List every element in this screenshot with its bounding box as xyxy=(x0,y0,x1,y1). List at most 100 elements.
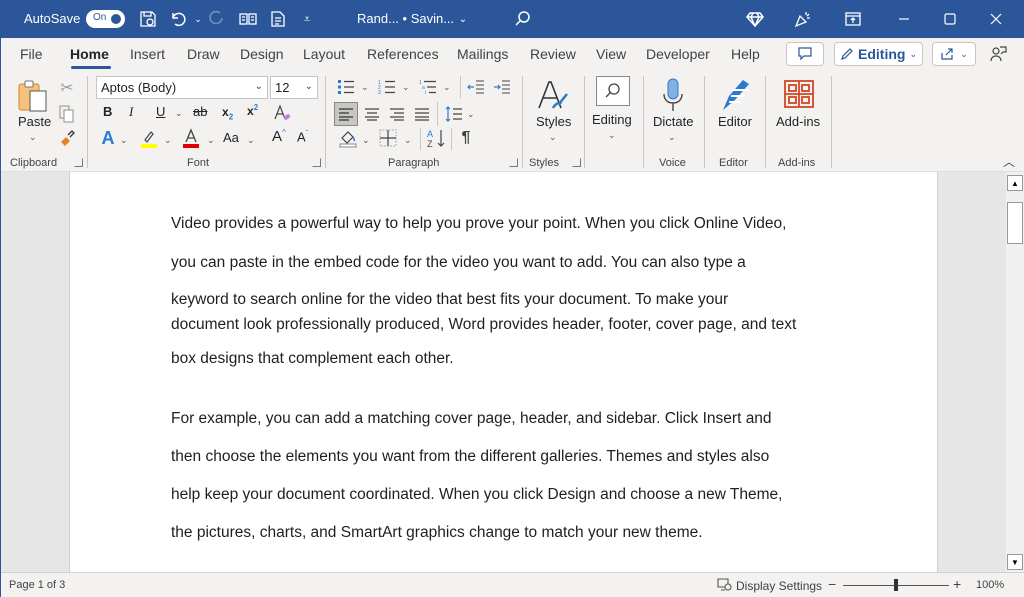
format-painter-icon[interactable] xyxy=(58,127,76,147)
tab-help[interactable]: Help xyxy=(731,46,760,62)
paste-icon[interactable] xyxy=(15,78,51,114)
align-left-button[interactable] xyxy=(334,102,358,126)
superscript-button[interactable]: x2 xyxy=(247,103,258,118)
align-right-icon[interactable] xyxy=(387,104,407,124)
title-dropdown-icon[interactable]: ⌄ xyxy=(452,8,474,30)
numbering-icon[interactable]: 123 xyxy=(377,78,397,96)
underline-button[interactable]: U xyxy=(156,104,165,119)
scroll-up-button[interactable]: ▲ xyxy=(1007,175,1023,191)
clear-formatting-icon[interactable] xyxy=(272,102,292,124)
zoom-level[interactable]: 100% xyxy=(976,579,1004,591)
autosave-toggle[interactable]: On xyxy=(86,10,125,28)
increase-indent-icon[interactable] xyxy=(492,78,512,96)
premium-diamond-icon[interactable] xyxy=(744,8,766,30)
document-page[interactable]: Video provides a powerful way to help yo… xyxy=(69,172,938,572)
dictate-label[interactable]: Dictate xyxy=(653,114,693,129)
align-center-icon[interactable] xyxy=(362,104,382,124)
share-button[interactable]: ⌄ xyxy=(932,42,976,66)
celebrate-icon[interactable] xyxy=(792,8,814,30)
text-effects-icon[interactable]: A xyxy=(98,127,118,149)
styles-label[interactable]: Styles xyxy=(536,114,571,129)
tab-review[interactable]: Review xyxy=(530,46,576,62)
ribbon-display-icon[interactable] xyxy=(842,8,864,30)
decrease-indent-icon[interactable] xyxy=(466,78,486,96)
coauthor-icon[interactable] xyxy=(988,44,1008,64)
collapse-ribbon-icon[interactable]: ︿ xyxy=(1001,155,1017,169)
shading-icon[interactable] xyxy=(337,127,359,149)
subscript-button[interactable]: x2 xyxy=(222,105,233,121)
zoom-slider-thumb[interactable] xyxy=(894,579,898,591)
vertical-scrollbar[interactable]: ▲ ▼ xyxy=(1006,172,1024,572)
underline-dropdown-icon[interactable]: ⌄ xyxy=(175,108,183,119)
scrollbar-thumb[interactable] xyxy=(1007,202,1023,244)
font-size-combobox[interactable]: 12 ⌄ xyxy=(270,76,318,99)
text-effects-dropdown-icon[interactable]: ⌄ xyxy=(120,135,128,146)
borders-dropdown-icon[interactable]: ⌄ xyxy=(404,135,412,146)
highlight-icon[interactable] xyxy=(139,127,159,149)
sort-icon[interactable]: AZ xyxy=(425,127,447,149)
minimize-button[interactable] xyxy=(881,0,927,38)
customize-qat-icon[interactable]: ⩡ xyxy=(296,8,318,30)
multilevel-list-icon[interactable]: 1ai xyxy=(418,78,438,96)
scroll-down-button[interactable]: ▼ xyxy=(1007,554,1023,570)
tab-file[interactable]: File xyxy=(20,46,43,62)
zoom-out-button[interactable]: − xyxy=(828,576,836,592)
line-spacing-icon[interactable] xyxy=(444,104,464,124)
shading-dropdown-icon[interactable]: ⌄ xyxy=(362,135,370,146)
undo-icon[interactable] xyxy=(167,8,189,30)
change-case-button[interactable]: Aa xyxy=(223,130,239,145)
tab-layout[interactable]: Layout xyxy=(303,46,345,62)
document-title[interactable]: Rand... • Savin... xyxy=(357,11,454,26)
highlight-dropdown-icon[interactable]: ⌄ xyxy=(164,135,172,146)
italic-button[interactable]: I xyxy=(129,104,133,120)
show-formatting-marks-icon[interactable]: ¶ xyxy=(456,127,476,149)
maximize-button[interactable] xyxy=(927,0,973,38)
numbering-dropdown-icon[interactable]: ⌄ xyxy=(402,82,410,93)
tab-references[interactable]: References xyxy=(367,46,439,62)
tab-home[interactable]: Home xyxy=(70,46,109,62)
styles-dropdown-icon[interactable]: ⌄ xyxy=(549,132,557,143)
addins-label[interactable]: Add-ins xyxy=(776,114,820,129)
page-setup-icon[interactable] xyxy=(267,8,289,30)
find-icon[interactable] xyxy=(596,76,630,106)
display-settings-button[interactable]: Display Settings xyxy=(736,579,822,593)
change-case-dropdown-icon[interactable]: ⌄ xyxy=(247,135,255,146)
editor-icon[interactable] xyxy=(717,76,755,114)
bold-button[interactable]: B xyxy=(103,104,112,119)
search-icon[interactable] xyxy=(512,8,534,30)
multilevel-dropdown-icon[interactable]: ⌄ xyxy=(443,82,451,93)
editing-dropdown-icon[interactable]: ⌄ xyxy=(608,130,616,141)
comments-button[interactable] xyxy=(786,42,824,66)
line-spacing-dropdown-icon[interactable]: ⌄ xyxy=(467,109,475,120)
dictate-microphone-icon[interactable] xyxy=(658,76,688,114)
grow-font-button[interactable]: A^ xyxy=(272,128,286,145)
editor-label[interactable]: Editor xyxy=(718,114,752,129)
read-mode-icon[interactable] xyxy=(237,8,259,30)
addins-icon[interactable] xyxy=(782,78,816,110)
zoom-in-button[interactable]: + xyxy=(953,576,961,592)
dictate-dropdown-icon[interactable]: ⌄ xyxy=(668,132,676,143)
editing-label[interactable]: Editing xyxy=(592,112,632,127)
font-launcher[interactable] xyxy=(312,158,321,167)
paragraph-launcher[interactable] xyxy=(509,158,518,167)
bullets-dropdown-icon[interactable]: ⌄ xyxy=(361,82,369,93)
paste-dropdown-icon[interactable]: ⌄ xyxy=(29,132,37,143)
editing-mode-button[interactable]: Editing ⌄ xyxy=(834,42,923,66)
font-color-dropdown-icon[interactable]: ⌄ xyxy=(207,135,215,146)
font-color-icon[interactable] xyxy=(181,127,201,149)
tab-draw[interactable]: Draw xyxy=(187,46,220,62)
save-icon[interactable] xyxy=(137,8,159,30)
borders-icon[interactable] xyxy=(377,127,399,149)
display-settings-icon[interactable] xyxy=(717,578,733,595)
font-name-combobox[interactable]: Aptos (Body) ⌄ xyxy=(96,76,268,99)
styles-launcher[interactable] xyxy=(572,158,581,167)
shrink-font-button[interactable]: Aˇ xyxy=(297,129,308,144)
clipboard-launcher[interactable] xyxy=(74,158,83,167)
bullets-icon[interactable] xyxy=(336,78,356,96)
tab-design[interactable]: Design xyxy=(240,46,284,62)
close-button[interactable] xyxy=(973,0,1019,38)
justify-icon[interactable] xyxy=(412,104,432,124)
tab-mailings[interactable]: Mailings xyxy=(457,46,508,62)
page-count[interactable]: Page 1 of 3 xyxy=(9,579,65,591)
styles-icon[interactable] xyxy=(533,76,573,116)
